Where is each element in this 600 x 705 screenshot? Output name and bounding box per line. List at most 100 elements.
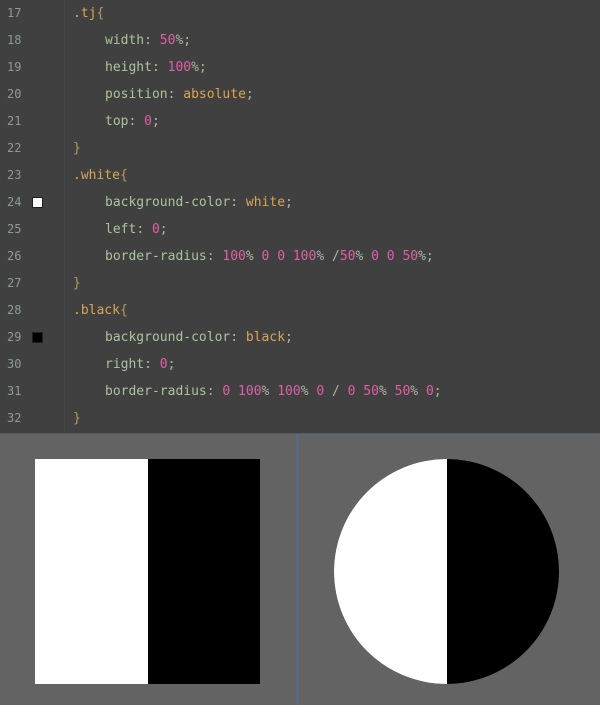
code-line[interactable]: 19 height: 100%; — [0, 54, 600, 81]
code-token: : — [144, 33, 160, 48]
code-text: .black{ — [73, 297, 128, 324]
code-line[interactable]: 26 border-radius: 100% 0 0 100% /50% 0 0 … — [0, 243, 600, 270]
code-token: % / — [316, 249, 340, 264]
code-token: black — [245, 330, 286, 345]
code-token: } — [73, 141, 81, 156]
code-text: border-radius: 0 100% 100% 0 / 0 50% 50%… — [73, 378, 442, 405]
code-token: 0 100 — [222, 384, 262, 399]
code-text: } — [73, 405, 81, 432]
code-token: / — [324, 384, 348, 399]
code-token: background-color — [105, 195, 231, 210]
color-swatch-icon — [32, 197, 43, 208]
code-token: 0 — [151, 222, 160, 237]
code-token: % — [261, 384, 278, 399]
code-text: right: 0; — [73, 351, 175, 378]
line-number: 31 — [7, 384, 22, 398]
code-token: .white — [73, 168, 120, 183]
code-token: .black — [73, 303, 120, 318]
code-token: : — [230, 195, 246, 210]
code-line[interactable]: 27} — [0, 270, 600, 297]
code-token: } — [73, 411, 81, 426]
code-line[interactable]: 20 position: absolute; — [0, 81, 600, 108]
code-token: 0 0 100 — [261, 249, 317, 264]
code-token: % — [300, 384, 317, 399]
code-token: : — [128, 114, 145, 129]
line-number: 28 — [7, 303, 22, 317]
code-token: white — [245, 195, 286, 210]
code-token: 100 — [222, 249, 246, 264]
code-token: 0 — [159, 357, 168, 372]
code-line[interactable]: 31 border-radius: 0 100% 100% 0 / 0 50% 5… — [0, 378, 600, 405]
line-number: 18 — [7, 33, 22, 47]
code-token: } — [73, 276, 81, 291]
code-line[interactable]: 18 width: 50%; — [0, 27, 600, 54]
code-token: %; — [175, 33, 192, 48]
code-token: % — [355, 249, 372, 264]
code-token: : — [144, 357, 160, 372]
code-token: 0 50 — [347, 384, 379, 399]
code-token: %; — [418, 249, 434, 264]
code-token: ; — [167, 357, 176, 372]
code-text: width: 50%; — [73, 27, 191, 54]
code-token: border-radius — [105, 249, 207, 264]
code-token: top — [105, 114, 129, 129]
code-text: .tj{ — [73, 0, 104, 27]
code-token: : — [230, 330, 246, 345]
color-swatch-icon — [32, 332, 43, 343]
code-token: : — [151, 60, 168, 75]
code-token: 100 — [277, 384, 301, 399]
line-number: 32 — [7, 411, 22, 425]
black-half — [147, 459, 260, 684]
line-number: 17 — [7, 6, 22, 20]
code-token: absolute — [183, 87, 246, 102]
code-token: 50 — [339, 249, 356, 264]
line-number: 27 — [7, 276, 22, 290]
code-line[interactable]: 30 right: 0; — [0, 351, 600, 378]
code-text: } — [73, 270, 81, 297]
code-line[interactable]: 28 .black{ — [0, 297, 600, 324]
code-token: 50 — [159, 33, 176, 48]
code-line[interactable]: 22} — [0, 135, 600, 162]
code-editor[interactable]: 17 .tj{ 18 width: 50%; 19 height: 100%; 20 posi… — [0, 0, 600, 433]
code-token: ; — [159, 222, 168, 237]
code-text: height: 100%; — [73, 54, 207, 81]
code-token: : — [206, 384, 223, 399]
code-token: ; — [245, 87, 254, 102]
code-token: border-radius — [105, 384, 207, 399]
code-token: ; — [285, 195, 293, 210]
code-token: : — [206, 249, 223, 264]
code-line[interactable]: 32} — [0, 405, 600, 432]
code-token: ; — [433, 384, 442, 399]
code-text: border-radius: 100% 0 0 100% /50% 0 0 50… — [73, 243, 434, 270]
code-token: % — [245, 249, 262, 264]
code-text: } — [73, 135, 81, 162]
code-line[interactable]: 21 top: 0; — [0, 108, 600, 135]
code-token: 0 — [425, 384, 434, 399]
code-token: { — [96, 6, 105, 21]
code-line[interactable]: 17 .tj{ — [0, 0, 600, 27]
render-preview — [0, 433, 600, 705]
line-number: 22 — [7, 141, 22, 155]
code-line[interactable]: 23 .white{ — [0, 162, 600, 189]
code-token: %; — [191, 60, 207, 75]
code-line[interactable]: 24 background-color: white; — [0, 189, 600, 216]
code-token: 50 — [394, 384, 411, 399]
code-token: ; — [151, 114, 160, 129]
code-line[interactable]: 25 left: 0; — [0, 216, 600, 243]
line-number: 30 — [7, 357, 22, 371]
code-token: % — [378, 384, 395, 399]
code-token: % — [410, 384, 426, 399]
line-number: 20 — [7, 87, 22, 101]
code-line[interactable]: 29 background-color: black; — [0, 324, 600, 351]
line-number: 25 — [7, 222, 22, 236]
code-text: .white{ — [73, 162, 128, 189]
code-text: left: 0; — [73, 216, 168, 243]
code-text: top: 0; — [73, 108, 160, 135]
line-number: 21 — [7, 114, 22, 128]
code-token: height — [105, 60, 152, 75]
code-token: left — [105, 222, 137, 237]
line-number: 19 — [7, 60, 22, 74]
code-token: position — [105, 87, 168, 102]
preview-square-halves — [35, 459, 260, 684]
code-token: { — [119, 303, 128, 318]
